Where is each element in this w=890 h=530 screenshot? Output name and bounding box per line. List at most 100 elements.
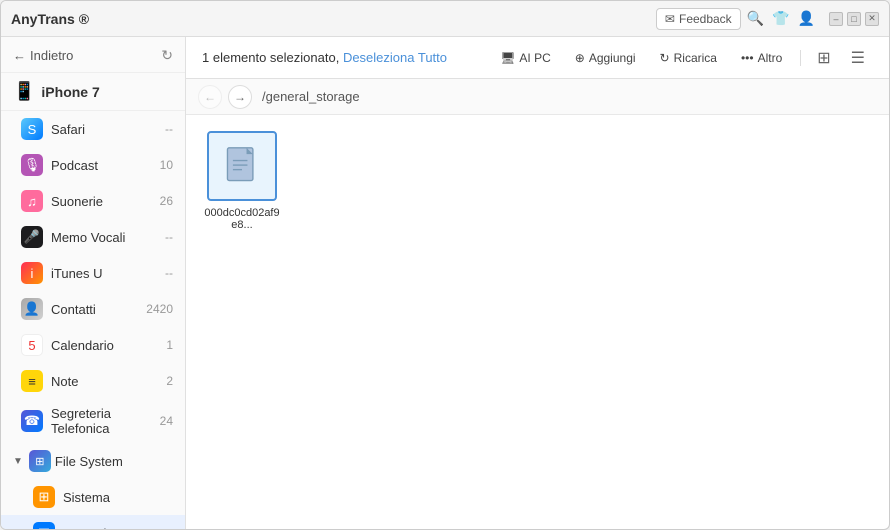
refresh-icon[interactable]: ↻ bbox=[161, 47, 173, 64]
user-icon[interactable]: 👤 bbox=[798, 10, 815, 27]
podcast-icon: 🎙 bbox=[21, 154, 43, 176]
feedback-button[interactable]: ✉ Feedback bbox=[656, 8, 741, 30]
memo-icon: 🎤 bbox=[21, 226, 43, 248]
sidebar-item-suonerie[interactable]: ♫ Suonerie 26 bbox=[1, 183, 185, 219]
calendario-count: 1 bbox=[166, 338, 173, 352]
section-caret-icon: ▼ bbox=[13, 456, 23, 467]
reload-button[interactable]: ↻ Ricarica bbox=[650, 47, 727, 69]
file-item[interactable]: 000dc0cd02af9e8... bbox=[202, 131, 282, 231]
title-bar-right: ✉ Feedback 🔍 👕 👤 – □ ✕ bbox=[656, 8, 879, 30]
memoria-label: Memoria bbox=[63, 526, 173, 530]
reload-label: Ricarica bbox=[674, 51, 717, 65]
sidebar-item-note[interactable]: ≡ Note 2 bbox=[1, 363, 185, 399]
ai-pc-label: AI PC bbox=[519, 51, 550, 65]
separator bbox=[800, 50, 801, 66]
minimize-button[interactable]: – bbox=[829, 12, 843, 26]
sistema-label: Sistema bbox=[63, 490, 173, 505]
device-name-label: iPhone 7 bbox=[41, 84, 99, 100]
sidebar: ← Indietro ↻ 📱 iPhone 7 S Safari -- 🎙 Po… bbox=[1, 37, 186, 529]
path-bar: ← → /general_storage bbox=[186, 79, 889, 115]
window-controls: – □ ✕ bbox=[829, 12, 879, 26]
memo-label: Memo Vocali bbox=[51, 230, 157, 245]
content-area: 1 elemento selezionato, Deseleziona Tutt… bbox=[186, 37, 889, 529]
list-view-button[interactable]: ☰ bbox=[843, 44, 873, 72]
filesystem-section-header[interactable]: ▼ ⊞ File System bbox=[1, 443, 185, 479]
title-icons: 🔍 👕 👤 bbox=[747, 10, 815, 27]
sistema-icon: ⊞ bbox=[33, 486, 55, 508]
app-window: AnyTrans ® ✉ Feedback 🔍 👕 👤 – □ ✕ bbox=[0, 0, 890, 530]
phone-icon: 📱 bbox=[13, 81, 35, 102]
path-forward-button[interactable]: → bbox=[228, 85, 252, 109]
path-back-button[interactable]: ← bbox=[198, 85, 222, 109]
file-icon-svg bbox=[222, 146, 262, 186]
add-button[interactable]: ⊕ Aggiungi bbox=[565, 47, 646, 69]
sidebar-item-memoria[interactable]: ▣ Memoria bbox=[1, 515, 185, 529]
more-label: Altro bbox=[758, 51, 783, 65]
segreteria-count: 24 bbox=[160, 414, 173, 428]
app-title: AnyTrans ® bbox=[11, 11, 89, 27]
feedback-label: Feedback bbox=[679, 12, 732, 26]
sidebar-item-segreteria[interactable]: ☎ Segreteria Telefonica 24 bbox=[1, 399, 185, 443]
selection-text: 1 elemento selezionato, bbox=[202, 50, 339, 65]
grid-view-button[interactable]: ⊞ bbox=[809, 44, 838, 72]
itunes-icon: i bbox=[21, 262, 43, 284]
itunes-count: -- bbox=[165, 266, 173, 280]
podcast-label: Podcast bbox=[51, 158, 152, 173]
sidebar-item-itunes[interactable]: i iTunes U -- bbox=[1, 255, 185, 291]
sidebar-header: ← Indietro ↻ bbox=[1, 37, 185, 73]
app-title-group: AnyTrans ® bbox=[11, 11, 89, 27]
device-name-row: 📱 iPhone 7 bbox=[1, 73, 185, 111]
close-button[interactable]: ✕ bbox=[865, 12, 879, 26]
more-icon: ••• bbox=[741, 51, 754, 65]
note-label: Note bbox=[51, 374, 158, 389]
selection-info: 1 elemento selezionato, Deseleziona Tutt… bbox=[202, 50, 486, 65]
sidebar-item-sistema[interactable]: ⊞ Sistema bbox=[1, 479, 185, 515]
itunes-label: iTunes U bbox=[51, 266, 157, 281]
more-button[interactable]: ••• Altro bbox=[731, 47, 792, 69]
sidebar-item-podcast[interactable]: 🎙 Podcast 10 bbox=[1, 147, 185, 183]
back-arrow-icon: ← bbox=[13, 48, 26, 63]
memoria-icon: ▣ bbox=[33, 522, 55, 529]
main-layout: ← Indietro ↻ 📱 iPhone 7 S Safari -- 🎙 Po… bbox=[1, 37, 889, 529]
calendario-icon: 5 bbox=[21, 334, 43, 356]
calendario-label: Calendario bbox=[51, 338, 158, 353]
back-label: Indietro bbox=[30, 48, 73, 63]
contatti-label: Contatti bbox=[51, 302, 138, 317]
content-toolbar: 1 elemento selezionato, Deseleziona Tutt… bbox=[186, 37, 889, 79]
safari-icon: S bbox=[21, 118, 43, 140]
search-icon[interactable]: 🔍 bbox=[747, 10, 764, 27]
toolbar-actions: 🖥 AI PC ⊕ Aggiungi ↻ Ricarica ••• Altro bbox=[490, 44, 873, 72]
back-button[interactable]: ← Indietro bbox=[13, 48, 73, 63]
sidebar-item-contatti[interactable]: 👤 Contatti 2420 bbox=[1, 291, 185, 327]
note-icon: ≡ bbox=[21, 370, 43, 392]
path-text: /general_storage bbox=[262, 89, 360, 104]
maximize-button[interactable]: □ bbox=[847, 12, 861, 26]
safari-count: -- bbox=[165, 122, 173, 136]
sidebar-item-calendario[interactable]: 5 Calendario 1 bbox=[1, 327, 185, 363]
safari-label: Safari bbox=[51, 122, 157, 137]
suonerie-count: 26 bbox=[160, 194, 173, 208]
deselect-all-link[interactable]: Deseleziona Tutto bbox=[343, 50, 447, 65]
envelope-icon: ✉ bbox=[665, 12, 675, 26]
filesystem-label: File System bbox=[55, 454, 123, 469]
file-thumbnail bbox=[207, 131, 277, 201]
ai-pc-button[interactable]: 🖥 AI PC bbox=[490, 47, 561, 69]
sidebar-item-safari[interactable]: S Safari -- bbox=[1, 111, 185, 147]
filesystem-icon: ⊞ bbox=[29, 450, 51, 472]
contatti-count: 2420 bbox=[146, 302, 173, 316]
podcast-count: 10 bbox=[160, 158, 173, 172]
reload-icon: ↻ bbox=[660, 51, 670, 65]
plus-icon: ⊕ bbox=[575, 51, 585, 65]
shirt-icon[interactable]: 👕 bbox=[772, 10, 789, 27]
note-count: 2 bbox=[166, 374, 173, 388]
sidebar-item-memo[interactable]: 🎤 Memo Vocali -- bbox=[1, 219, 185, 255]
add-label: Aggiungi bbox=[589, 51, 636, 65]
monitor-icon: 🖥 bbox=[500, 51, 515, 65]
file-grid: 000dc0cd02af9e8... bbox=[186, 115, 889, 529]
segreteria-icon: ☎ bbox=[21, 410, 43, 432]
suonerie-label: Suonerie bbox=[51, 194, 152, 209]
suonerie-icon: ♫ bbox=[21, 190, 43, 212]
memo-count: -- bbox=[165, 230, 173, 244]
title-bar: AnyTrans ® ✉ Feedback 🔍 👕 👤 – □ ✕ bbox=[1, 1, 889, 37]
contatti-icon: 👤 bbox=[21, 298, 43, 320]
